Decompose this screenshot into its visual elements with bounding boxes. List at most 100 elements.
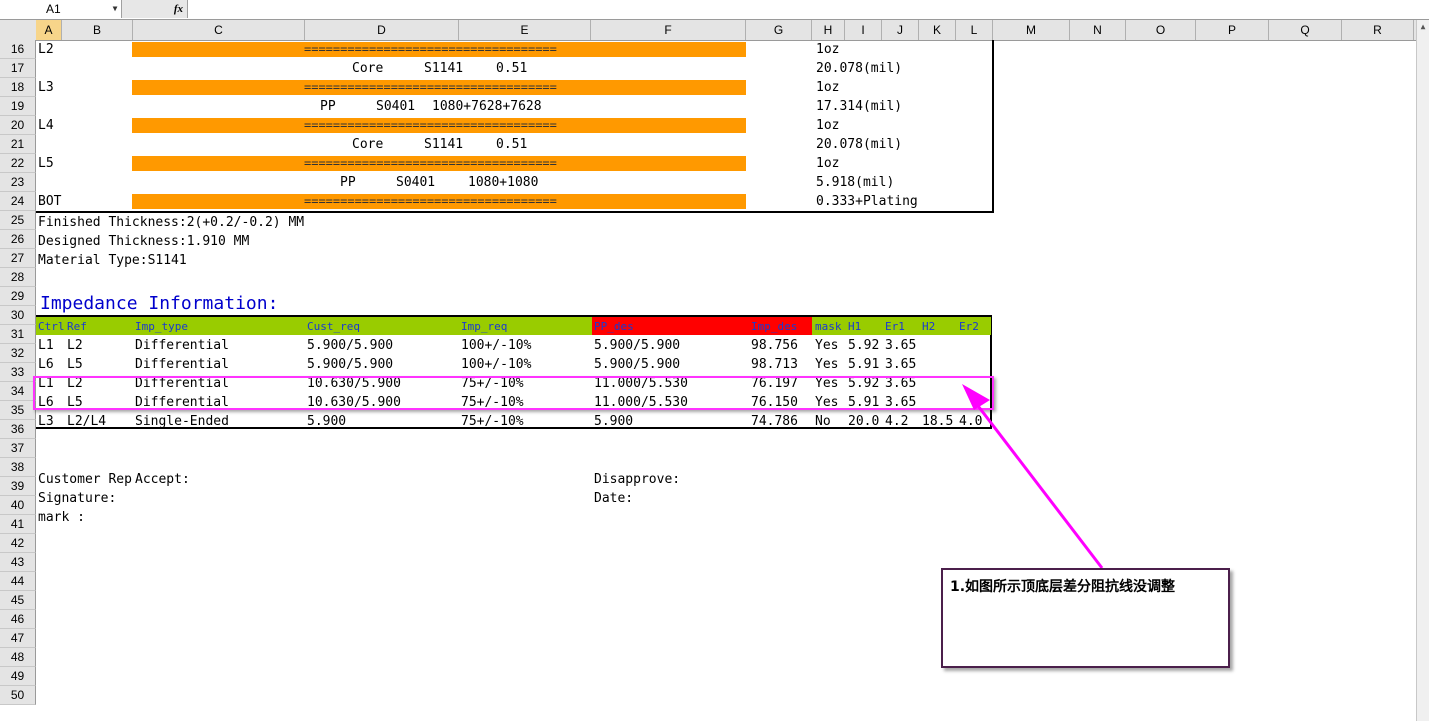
column-header-j[interactable]: J [882, 20, 919, 40]
impedance-header-ref: Ref [67, 320, 87, 333]
impedance-cell-er1: 4.2 [885, 414, 909, 429]
finished-thickness: Finished Thickness:2(+0.2/-0.2) MM [38, 215, 305, 230]
row-header-50[interactable]: 50 [0, 686, 36, 705]
column-header-k[interactable]: K [919, 20, 956, 40]
impedance-cell-ctrl: L6 [38, 357, 54, 372]
impedance-header-h1: H1 [848, 320, 862, 333]
row-header-19[interactable]: 19 [0, 97, 36, 116]
column-header-h[interactable]: H [812, 20, 845, 40]
row-header-26[interactable]: 26 [0, 230, 36, 249]
row-header-42[interactable]: 42 [0, 534, 36, 553]
vertical-scrollbar[interactable] [1416, 20, 1429, 721]
column-header-f[interactable]: F [591, 20, 746, 40]
row-header-22[interactable]: 22 [0, 154, 36, 173]
impedance-cell-er1: 3.65 [885, 338, 917, 353]
column-header-a[interactable]: A [36, 20, 62, 40]
annotation-text: 1.如图所示顶底层差分阻抗线没调整 [950, 579, 1176, 595]
scroll-up-icon[interactable]: ▲ [1417, 20, 1429, 34]
dielectric-material: Core [352, 137, 384, 152]
column-header-p[interactable]: P [1196, 20, 1269, 40]
row-header-48[interactable]: 48 [0, 648, 36, 667]
row-header-46[interactable]: 46 [0, 610, 36, 629]
layer-weight: 1oz [816, 118, 840, 133]
row-header-29[interactable]: 29 [0, 287, 36, 306]
impedance-header-er1: Er1 [885, 320, 905, 333]
impedance-cell-pp: 5.900/5.900 [594, 338, 681, 353]
dielectric-value: 0.51 [496, 137, 528, 152]
layer-name: BOT [38, 194, 62, 209]
dielectric-spec: S0401 [376, 99, 416, 114]
row-header-37[interactable]: 37 [0, 439, 36, 458]
impedance-header-imp-req: Imp_req [461, 320, 508, 333]
dielectric-thickness: 17.314(mil) [816, 99, 903, 114]
row-header-20[interactable]: 20 [0, 116, 36, 135]
annotation-callout: 1.如图所示顶底层差分阻抗线没调整 [941, 568, 1230, 668]
formula-input[interactable] [189, 0, 1429, 18]
row-header-17[interactable]: 17 [0, 59, 36, 78]
row-header-23[interactable]: 23 [0, 173, 36, 192]
highlight-box [33, 376, 994, 410]
row-header-41[interactable]: 41 [0, 515, 36, 534]
copper-layer-line: =================================== [304, 194, 557, 208]
column-header-i[interactable]: I [845, 20, 882, 40]
dielectric-spec: S0401 [396, 175, 436, 190]
row-header-38[interactable]: 38 [0, 458, 36, 477]
accept-label: Accept: [135, 472, 190, 487]
signature-label: Signature: [38, 491, 117, 506]
name-box[interactable]: A1 [0, 0, 122, 18]
row-header-21[interactable]: 21 [0, 135, 36, 154]
row-header-49[interactable]: 49 [0, 667, 36, 686]
impedance-header-imp-des: Imp_des [751, 320, 798, 333]
designed-thickness: Designed Thickness:1.910 MM [38, 234, 250, 249]
impedance-cell-pp: 5.900 [594, 414, 634, 429]
column-header-m[interactable]: M [993, 20, 1070, 40]
impedance-cell-imp: 98.756 [751, 338, 798, 353]
name-box-dropdown-icon[interactable]: ▼ [108, 0, 122, 18]
copper-layer-line: =================================== [304, 118, 557, 132]
row-header-27[interactable]: 27 [0, 249, 36, 268]
remark-label: mark : [38, 510, 85, 525]
layer-name: L4 [38, 118, 54, 133]
row-header-34[interactable]: 34 [0, 382, 36, 401]
row-header-32[interactable]: 32 [0, 344, 36, 363]
row-header-31[interactable]: 31 [0, 325, 36, 344]
row-header-30[interactable]: 30 [0, 306, 36, 325]
impedance-cell-ctrl: L1 [38, 338, 54, 353]
dielectric-material: Core [352, 61, 384, 76]
impedance-cell-ref: L5 [67, 357, 83, 372]
row-header-40[interactable]: 40 [0, 496, 36, 515]
impedance-cell-ctrl: L3 [38, 414, 54, 429]
row-header-47[interactable]: 47 [0, 629, 36, 648]
row-header-44[interactable]: 44 [0, 572, 36, 591]
row-header-45[interactable]: 45 [0, 591, 36, 610]
layer-name: L2 [38, 42, 54, 57]
column-header-b[interactable]: B [62, 20, 133, 40]
insert-function-button[interactable]: fx [122, 0, 188, 18]
impedance-cell-ref: L2/L4 [67, 414, 107, 429]
row-header-18[interactable]: 18 [0, 78, 36, 97]
row-header-24[interactable]: 24 [0, 192, 36, 211]
column-header-n[interactable]: N [1070, 20, 1126, 40]
row-header-43[interactable]: 43 [0, 553, 36, 572]
dielectric-thickness: 20.078(mil) [816, 61, 903, 76]
column-header-e[interactable]: E [459, 20, 591, 40]
row-header-35[interactable]: 35 [0, 401, 36, 420]
impedance-header-ctrl: Ctrl [38, 320, 65, 333]
column-header-g[interactable]: G [746, 20, 812, 40]
column-header-d[interactable]: D [305, 20, 459, 40]
column-header-o[interactable]: O [1126, 20, 1196, 40]
column-header-c[interactable]: C [133, 20, 305, 40]
column-header-q[interactable]: Q [1269, 20, 1342, 40]
column-header-l[interactable]: L [956, 20, 993, 40]
layer-weight: 0.333+Plating [816, 194, 918, 209]
row-header-36[interactable]: 36 [0, 420, 36, 439]
layer-name: L3 [38, 80, 54, 95]
impedance-cell-er1: 3.65 [885, 357, 917, 372]
column-header-r[interactable]: R [1342, 20, 1414, 40]
row-header-16[interactable]: 16 [0, 40, 36, 59]
row-header-28[interactable]: 28 [0, 268, 36, 287]
select-all-corner[interactable] [0, 20, 37, 40]
row-header-33[interactable]: 33 [0, 363, 36, 382]
row-header-39[interactable]: 39 [0, 477, 36, 496]
row-header-25[interactable]: 25 [0, 211, 36, 230]
